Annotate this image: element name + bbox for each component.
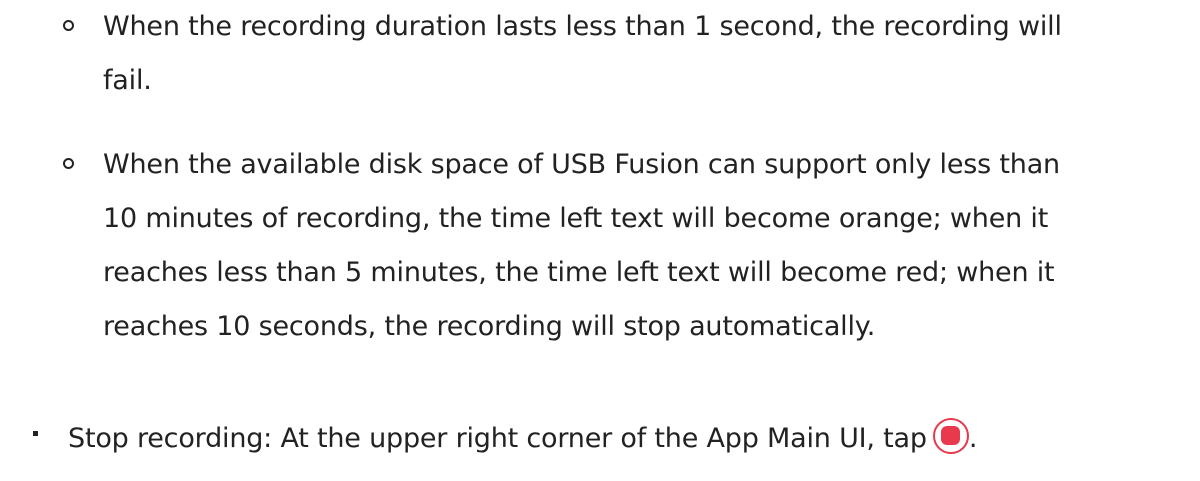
hollow-circle-bullet-icon <box>63 158 74 169</box>
note-line: 10 minutes of recording, the time left t… <box>103 203 1049 234</box>
stop-recording-period: . <box>968 423 978 454</box>
document-page: When the recording duration lasts less t… <box>0 0 1200 481</box>
note-recording-duration: When the recording duration lasts less t… <box>103 0 1062 108</box>
note-disk-space: When the available disk space of USB Fus… <box>103 138 1060 354</box>
note-line: reaches 10 seconds, the recording will s… <box>103 311 876 342</box>
stop-record-icon <box>932 418 969 454</box>
note-line: fail. <box>103 65 152 96</box>
note-line: reaches less than 5 minutes, the time le… <box>103 257 1055 288</box>
square-bullet-icon <box>33 431 38 436</box>
stop-recording-line: Stop recording: At the upper right corne… <box>68 412 977 466</box>
note-line: When the recording duration lasts less t… <box>103 11 1062 42</box>
stop-recording-text: Stop recording: At the upper right corne… <box>68 423 927 454</box>
hollow-circle-bullet-icon <box>63 20 74 31</box>
note-line: When the available disk space of USB Fus… <box>103 149 1060 180</box>
stop-recording-instruction: Stop recording: At the upper right corne… <box>68 412 977 466</box>
